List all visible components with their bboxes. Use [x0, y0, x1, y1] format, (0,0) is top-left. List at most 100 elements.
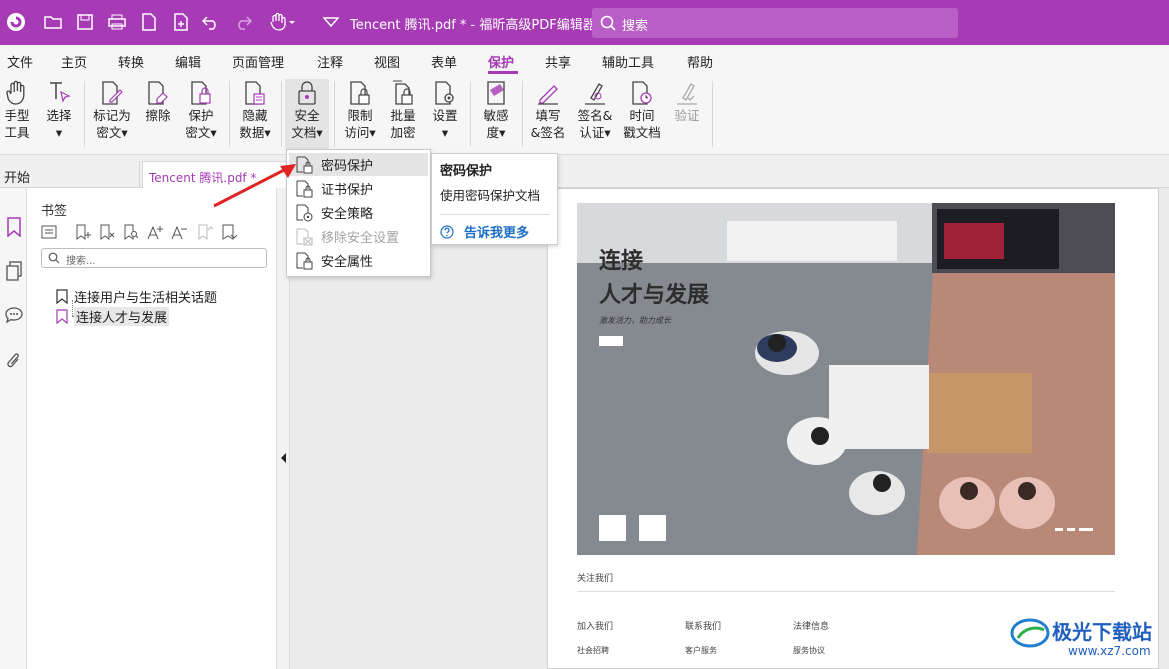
increase-font-icon[interactable]	[146, 222, 164, 242]
app-window: { "title_bar": { "document_title": "Tenc…	[0, 0, 1169, 669]
open-folder-icon[interactable]	[42, 11, 64, 33]
footer-link: 社会招聘	[577, 646, 609, 655]
bookmark-search-input[interactable]: 搜索...	[41, 248, 267, 268]
menu-home[interactable]: 主页	[61, 52, 87, 71]
menu-edit[interactable]: 编辑	[175, 52, 201, 71]
menu-file[interactable]: 文件	[7, 52, 33, 71]
window-title: Tencent 腾讯.pdf * - 福昕高级PDF编辑器	[350, 18, 596, 33]
mark-redaction-button[interactable]: 标记为 密文▾	[91, 79, 133, 149]
menu-page-manage[interactable]: 页面管理	[232, 52, 284, 71]
ribbon-separator	[334, 81, 335, 147]
bookmark-panel-icon[interactable]	[4, 216, 24, 238]
attachments-panel-icon[interactable]	[4, 350, 24, 372]
menu-item-password-protect[interactable]: 密码保护	[289, 153, 428, 176]
hero-title: 连接	[599, 249, 644, 274]
red-arrow-annotation	[213, 164, 296, 208]
search-icon	[600, 15, 616, 31]
navigation-rail	[0, 188, 27, 669]
app-logo-icon[interactable]	[5, 11, 27, 33]
menu-item-security-properties[interactable]: 安全属性	[289, 249, 428, 272]
redo-icon[interactable]	[232, 11, 254, 33]
new-blank-icon[interactable]	[170, 11, 192, 33]
sensitivity-button[interactable]: 敏感 度▾	[478, 79, 514, 149]
menu-item-remove-security[interactable]: 移除安全设置	[289, 225, 428, 248]
hero-photo: 连接 人才与发展 激发活力，助力成长	[577, 203, 1115, 555]
verify-icon	[674, 79, 700, 107]
customize-toolbar-icon[interactable]	[320, 11, 342, 33]
menu-help[interactable]: 帮助	[687, 52, 713, 71]
save-icon[interactable]	[74, 11, 96, 33]
ribbon-separator	[281, 81, 282, 147]
ribbon-separator	[712, 81, 713, 147]
hero-subtitle: 激发活力，助力成长	[599, 316, 671, 325]
comments-panel-icon[interactable]	[4, 304, 24, 326]
menu-form[interactable]: 表单	[431, 52, 457, 71]
bookmark-options-icon[interactable]	[40, 222, 58, 242]
ribbon-separator	[470, 81, 471, 147]
ribbon-separator	[522, 81, 523, 147]
print-icon[interactable]	[106, 11, 128, 33]
timestamp-button[interactable]: 时间 戳文档	[621, 79, 663, 149]
menu-bar: 文件 主页 转换 编辑 页面管理 注释 视图 表单 保护 共享 辅助工具 帮助	[0, 45, 1169, 75]
ribbon-separator	[229, 81, 230, 147]
menu-protect[interactable]: 保护	[488, 52, 514, 71]
search-box[interactable]: 搜索	[592, 8, 958, 38]
tab-home[interactable]: 开始	[0, 161, 140, 188]
verify-button[interactable]: 验证	[670, 79, 704, 149]
add-bookmark-icon[interactable]	[74, 222, 92, 242]
menu-share[interactable]: 共享	[545, 52, 571, 71]
watermark-text: 极光下载站	[1052, 620, 1152, 644]
search-placeholder: 搜索	[622, 19, 649, 34]
new-document-icon[interactable]	[138, 11, 160, 33]
settings-icon	[432, 79, 458, 107]
watermark-url: www.xz7.com	[1068, 644, 1151, 658]
divider	[440, 214, 550, 215]
secure-doc-icon	[294, 79, 320, 107]
sign-certify-button[interactable]: 签名& 认证▾	[575, 79, 615, 149]
hand-tool-button[interactable]: 手型 工具	[0, 79, 34, 149]
restrict-access-button[interactable]: 限制 访问▾	[339, 79, 381, 149]
menu-view[interactable]: 视图	[374, 52, 400, 71]
erase-button[interactable]: 擦除	[142, 79, 174, 149]
security-properties-icon	[293, 252, 315, 270]
sensitivity-icon	[483, 79, 509, 107]
tooltip-description: 使用密码保护文档	[440, 188, 541, 203]
batch-encrypt-icon	[390, 79, 416, 107]
password-protect-tooltip: 密码保护 使用密码保护文档 告诉我更多	[431, 153, 558, 245]
batch-encrypt-button[interactable]: 批量 加密	[385, 79, 421, 149]
menu-item-security-policy[interactable]: 安全策略	[289, 201, 428, 224]
footer-column-heading: 法律信息	[793, 622, 830, 632]
menu-comment[interactable]: 注释	[317, 52, 343, 71]
bookmark-item-selected[interactable]: 连接人才与发展	[56, 306, 170, 326]
pages-panel-icon[interactable]	[4, 260, 24, 282]
decrease-font-icon[interactable]	[170, 222, 188, 242]
hand-tool-dropdown-icon[interactable]	[266, 11, 298, 33]
find-bookmark-icon[interactable]	[122, 222, 140, 242]
hide-data-button[interactable]: 隐藏 数据▾	[236, 79, 274, 149]
follow-us-heading: 关注我们	[577, 574, 614, 584]
menu-convert[interactable]: 转换	[118, 52, 144, 71]
menu-accessibility[interactable]: 辅助工具	[602, 52, 654, 71]
secure-document-button[interactable]: 安全 文档▾	[285, 79, 329, 149]
menu-item-certificate-protect[interactable]: 证书保护	[289, 177, 428, 200]
hide-data-icon	[242, 79, 268, 107]
expand-bookmark-icon[interactable]	[196, 222, 214, 242]
settings-button[interactable]: 设置 ▾	[427, 79, 463, 149]
hero-title: 人才与发展	[599, 283, 710, 308]
remove-security-icon	[293, 228, 315, 246]
delete-bookmark-icon[interactable]	[98, 222, 116, 242]
tell-me-more-link[interactable]: 告诉我更多	[440, 222, 529, 241]
divider	[577, 591, 1115, 592]
select-button[interactable]: 选择 ▾	[43, 79, 75, 149]
fill-sign-button[interactable]: 填写 &签名	[529, 79, 567, 149]
ribbon-toolbar: 手型 工具 选择 ▾ 标记为 密文▾ 擦除 保护 密文▾ 隐藏 数据▾ 安全 文…	[0, 75, 1169, 155]
undo-icon[interactable]	[200, 11, 222, 33]
collapse-panel-icon[interactable]	[280, 452, 288, 464]
bookmark-item[interactable]: 连接用户与生活相关话题	[56, 286, 217, 306]
title-bar: Tencent 腾讯.pdf * - 福昕高级PDF编辑器 搜索	[0, 0, 1169, 45]
bookmark-properties-icon[interactable]	[220, 222, 238, 242]
protect-redact-icon	[188, 79, 214, 107]
document-tab-strip: 开始 Tencent 腾讯.pdf *	[0, 155, 1169, 189]
protect-redaction-button[interactable]: 保护 密文▾	[181, 79, 221, 149]
bookmark-icon	[56, 288, 68, 304]
